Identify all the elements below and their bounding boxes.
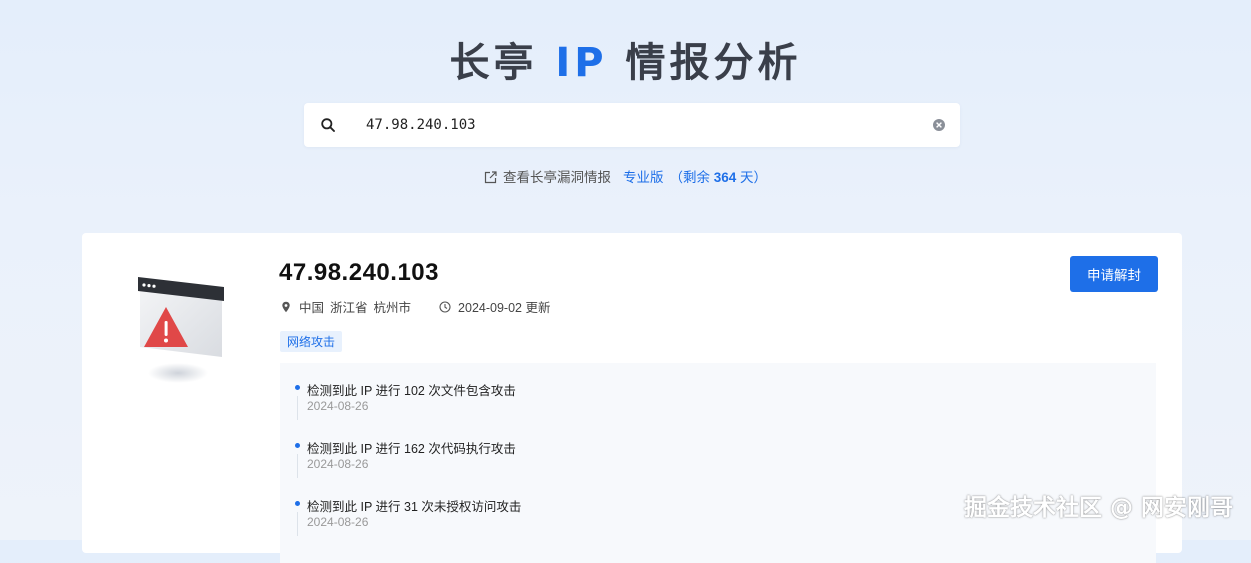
ip-address-heading: 47.98.240.103 bbox=[279, 259, 439, 286]
timeline-line bbox=[297, 454, 298, 478]
event-text: 检测到此 IP 进行 162 次代码执行攻击 bbox=[307, 442, 516, 456]
update-time: 2024-09-02 更新 bbox=[439, 297, 554, 316]
location-province: 浙江省 bbox=[330, 301, 368, 315]
event-date: 2024-08-26 bbox=[307, 457, 369, 471]
event-date: 2024-08-26 bbox=[307, 515, 369, 529]
updated-text: 2024-09-02 更新 bbox=[458, 301, 551, 315]
timeline-dot bbox=[295, 501, 300, 506]
warning-window-icon bbox=[138, 277, 224, 383]
title-suffix: 情报分析 bbox=[607, 40, 802, 86]
title-prefix: 长亭 bbox=[449, 40, 556, 86]
attack-tag: 网络攻击 bbox=[280, 331, 343, 352]
location: 中国 浙江省 杭州市 bbox=[299, 297, 417, 316]
timeline-line bbox=[297, 396, 298, 420]
event-text: 检测到此 IP 进行 31 次未授权访问攻击 bbox=[307, 500, 522, 514]
timeline-dot bbox=[295, 385, 300, 390]
title-ip: IP bbox=[555, 40, 608, 86]
subline: 查看长亭漏洞情报 专业版 （剩余 364 天） bbox=[0, 166, 1251, 186]
clear-icon[interactable] bbox=[932, 118, 946, 132]
timeline-dot bbox=[295, 443, 300, 448]
location-country: 中国 bbox=[299, 301, 325, 315]
remaining-days-value: 364 bbox=[713, 170, 737, 185]
page-title: 长亭 IP 情报分析 bbox=[0, 30, 1251, 88]
timeline-line bbox=[297, 512, 298, 536]
watermark: 掘金技术社区 @ 网安刚哥 bbox=[963, 495, 1233, 521]
search-input[interactable] bbox=[366, 114, 906, 136]
remaining-prefix: （剩余 bbox=[669, 170, 714, 185]
location-pin-icon bbox=[282, 301, 290, 312]
ip-meta: 中国 浙江省 杭州市 2024-09-02 更新 bbox=[280, 297, 554, 316]
event-date: 2024-08-26 bbox=[307, 399, 369, 413]
location-city: 杭州市 bbox=[373, 301, 412, 315]
search-bar bbox=[304, 103, 960, 147]
external-link-icon bbox=[484, 171, 497, 184]
plan-label[interactable]: 专业版 bbox=[623, 170, 664, 185]
vuln-intel-link[interactable]: 查看长亭漏洞情报 bbox=[503, 170, 611, 185]
event-text: 检测到此 IP 进行 102 次文件包含攻击 bbox=[307, 384, 516, 398]
search-icon[interactable] bbox=[320, 117, 336, 133]
remaining-days: （剩余 364 天） bbox=[669, 170, 767, 185]
remaining-suffix: 天） bbox=[736, 170, 768, 185]
event-timeline: 检测到此 IP 进行 102 次文件包含攻击 2024-08-26 检测到此 I… bbox=[280, 363, 1156, 563]
unban-request-button[interactable]: 申请解封 bbox=[1070, 256, 1158, 292]
clock-icon bbox=[439, 300, 451, 313]
